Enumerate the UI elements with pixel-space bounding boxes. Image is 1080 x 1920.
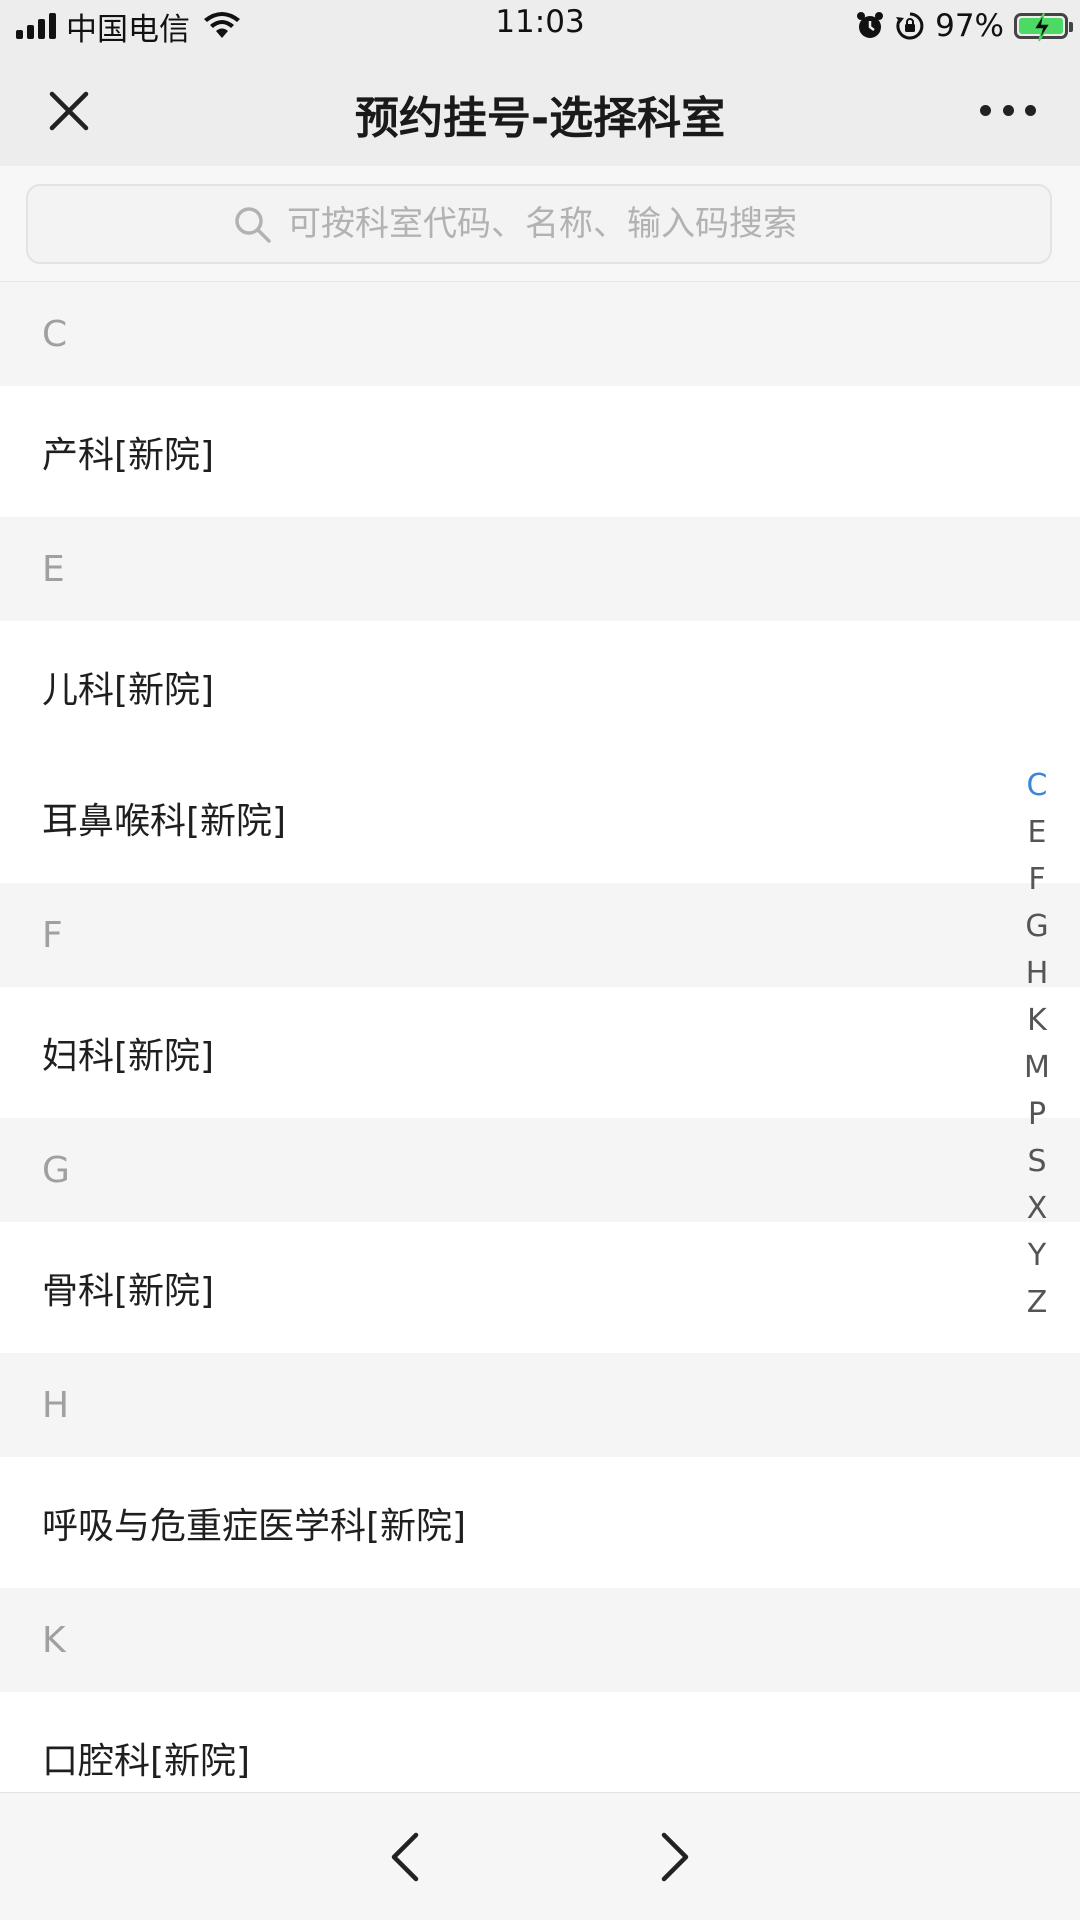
page-title: 预约挂号-选择科室 xyxy=(354,93,726,144)
department-item[interactable]: 呼吸与危重症医学科[新院] xyxy=(0,1457,1080,1588)
rotation-lock-icon xyxy=(896,12,924,40)
group-header-c: C xyxy=(0,282,1080,386)
nav-bar: 预约挂号-选择科室 xyxy=(0,54,1080,166)
index-letter-e[interactable]: E xyxy=(1012,809,1062,856)
alphabet-index-bar[interactable]: CEFGHKMPSXYZ xyxy=(1012,762,1062,1326)
department-item[interactable]: 儿科[新院] xyxy=(0,621,1080,752)
search-box[interactable] xyxy=(26,184,1052,264)
chevron-right-icon[interactable] xyxy=(644,1829,700,1885)
battery-charging-icon xyxy=(1014,12,1073,42)
index-letter-f[interactable]: F xyxy=(1012,856,1062,903)
more-icon[interactable] xyxy=(980,100,1036,120)
department-item[interactable]: 骨科[新院] xyxy=(0,1222,1080,1353)
app-screen: 中国电信 11:03 97% 预约挂号-选择科室 可按科室代码、名称、输入码搜索… xyxy=(0,0,1080,1920)
index-letter-s[interactable]: S xyxy=(1012,1138,1062,1185)
department-item[interactable]: 妇科[新院] xyxy=(0,987,1080,1118)
group-header-g: G xyxy=(0,1118,1080,1222)
status-bar: 中国电信 11:03 97% xyxy=(0,0,1080,54)
index-letter-h[interactable]: H xyxy=(1012,950,1062,997)
index-letter-k[interactable]: K xyxy=(1012,997,1062,1044)
index-letter-y[interactable]: Y xyxy=(1012,1232,1062,1279)
group-header-e: E xyxy=(0,517,1080,621)
department-item[interactable]: 产科[新院] xyxy=(0,386,1080,517)
battery-percent: 97% xyxy=(935,8,1004,44)
alarm-icon xyxy=(857,12,884,38)
chevron-left-icon[interactable] xyxy=(380,1829,436,1885)
department-item[interactable]: 耳鼻喉科[新院] xyxy=(0,752,1080,883)
search-icon xyxy=(235,207,271,243)
bottom-toolbar xyxy=(0,1792,1080,1920)
index-letter-g[interactable]: G xyxy=(1012,903,1062,950)
index-letter-c[interactable]: C xyxy=(1012,762,1062,809)
search-area xyxy=(0,166,1080,282)
index-letter-p[interactable]: P xyxy=(1012,1091,1062,1138)
index-letter-z[interactable]: Z xyxy=(1012,1279,1062,1326)
index-letter-x[interactable]: X xyxy=(1012,1185,1062,1232)
group-header-k: K xyxy=(0,1588,1080,1692)
index-letter-m[interactable]: M xyxy=(1012,1044,1062,1091)
group-header-f: F xyxy=(0,883,1080,987)
status-right: 97% xyxy=(855,6,1073,46)
department-item[interactable]: 口腔科[新院] xyxy=(0,1692,1080,1792)
department-list[interactable]: C 产科[新院] E 儿科[新院] 耳鼻喉科[新院] F 妇科[新院] G 骨科[新院] H 呼吸与… xyxy=(0,282,1080,1792)
group-header-h: H xyxy=(0,1353,1080,1457)
search-input[interactable] xyxy=(287,204,847,244)
